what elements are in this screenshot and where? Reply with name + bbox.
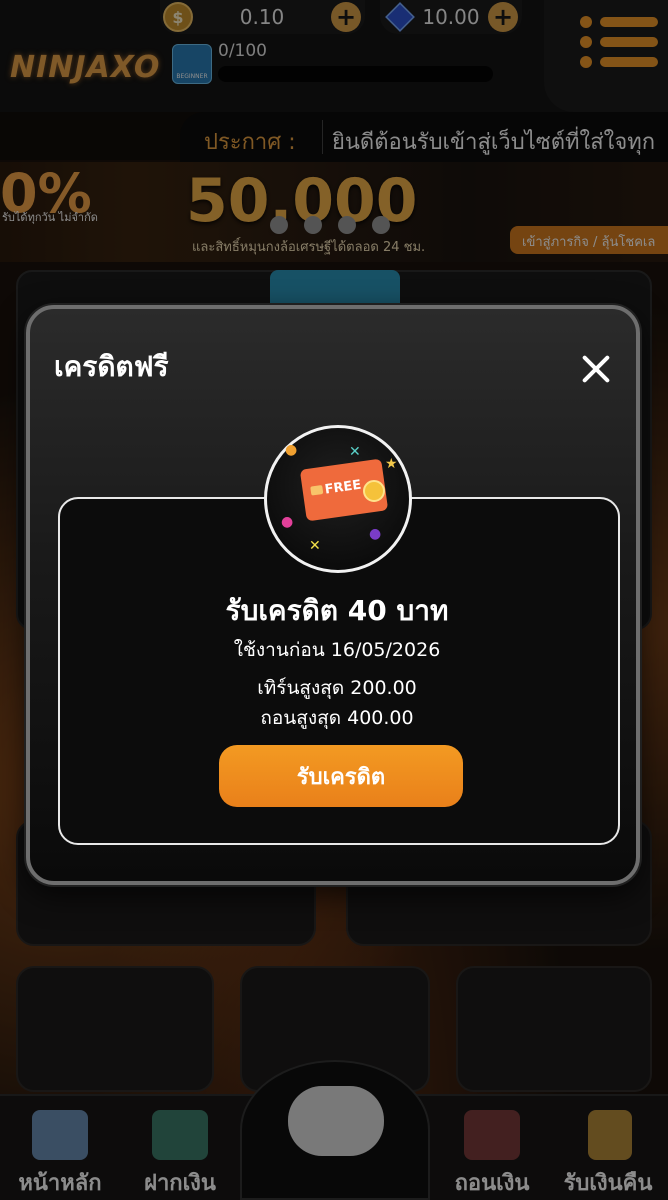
max-withdraw-text: ถอนสูงสุด 400.00 — [260, 707, 414, 729]
modal-title: เครดิตฟรี — [54, 350, 169, 383]
free-credit-badge: FREE ● ✕ ★ ● ✕ ● — [264, 425, 412, 573]
claim-credit-button[interactable]: รับเครดิต — [219, 745, 463, 807]
reward-title: รับเครดิต 40 บาท — [225, 594, 449, 627]
max-turnover-text: เทิร์นสูงสุด 200.00 — [257, 677, 417, 699]
expiry-date-text: ใช้งานก่อน 16/05/2026 — [233, 639, 441, 661]
sparkle-icon: ● — [281, 514, 294, 530]
sparkle-icon: ✕ — [309, 538, 321, 554]
sparkle-icon: ● — [285, 442, 298, 458]
sparkle-icon: ✕ — [349, 444, 361, 460]
free-credit-modal: เครดิตฟรี FREE ● ✕ ★ ● ✕ ● รับเครดิต 40 … — [26, 305, 640, 885]
sparkle-icon: ● — [369, 526, 382, 542]
coin-icon — [363, 480, 385, 502]
star-icon: ★ — [385, 456, 398, 472]
free-card-label: FREE — [323, 477, 363, 498]
close-icon[interactable] — [576, 349, 616, 389]
card-chip-icon — [310, 485, 324, 496]
